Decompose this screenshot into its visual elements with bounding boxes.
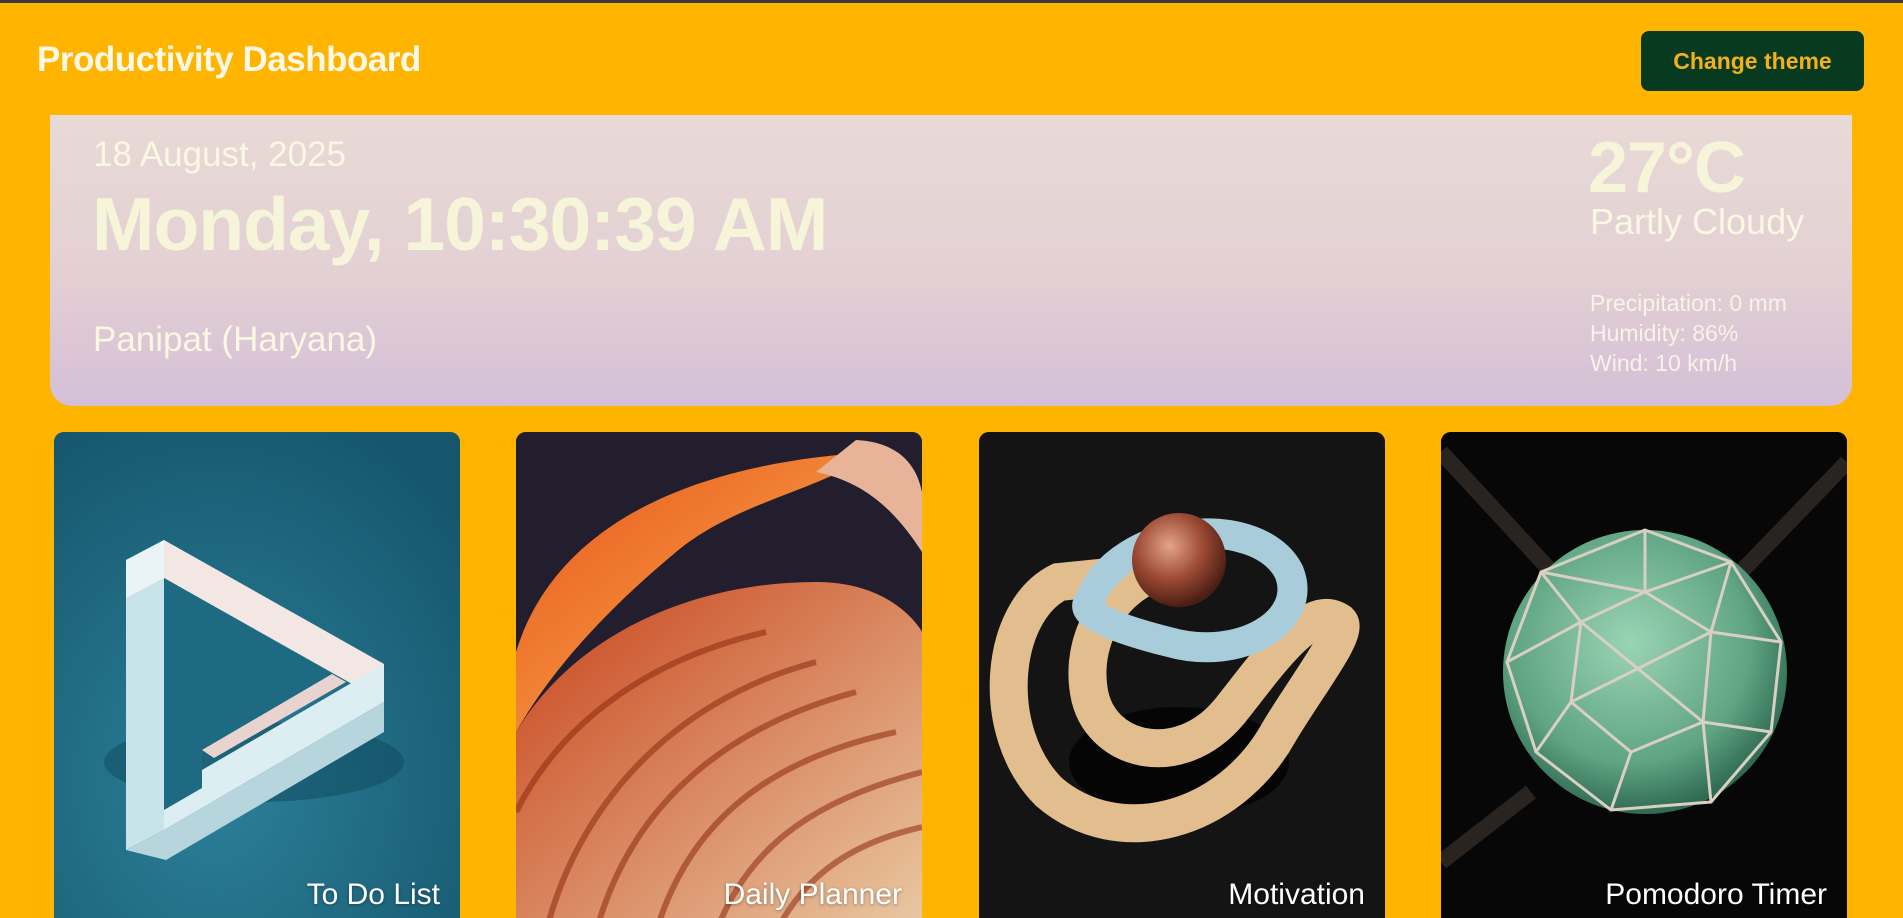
hero-panel: 18 August, 2025 Monday, 10:30:39 AM Pani… xyxy=(50,115,1852,406)
card-label: Pomodoro Timer xyxy=(1605,878,1827,911)
current-date: 18 August, 2025 xyxy=(93,135,346,174)
weather-temperature: 27°C xyxy=(1588,128,1746,208)
weather-condition: Partly Cloudy xyxy=(1590,201,1805,242)
weather-details: Precipitation: 0 mm Humidity: 86% Wind: … xyxy=(1590,288,1787,378)
card-pomodoro-timer[interactable]: Pomodoro Timer xyxy=(1441,432,1847,918)
change-theme-button[interactable]: Change theme xyxy=(1641,31,1864,91)
card-label: Motivation xyxy=(1228,878,1365,911)
weather-humidity: Humidity: 86% xyxy=(1590,320,1739,346)
weather-wind: Wind: 10 km/h xyxy=(1590,350,1737,376)
page-title: Productivity Dashboard xyxy=(37,40,421,79)
card-label: To Do List xyxy=(306,878,440,911)
current-time: Monday, 10:30:39 AM xyxy=(92,182,828,266)
penrose-triangle-image xyxy=(54,432,460,918)
card-todo-list[interactable]: To Do List xyxy=(54,432,460,918)
abstract-knot-sphere-image xyxy=(979,432,1385,918)
dashboard-page: Productivity Dashboard Change theme 18 A… xyxy=(0,0,1903,918)
weather-precipitation: Precipitation: 0 mm xyxy=(1590,290,1787,316)
card-daily-planner[interactable]: Daily Planner xyxy=(516,432,922,918)
current-location: Panipat (Haryana) xyxy=(93,320,378,359)
card-motivation[interactable]: Motivation xyxy=(979,432,1385,918)
card-label: Daily Planner xyxy=(723,878,902,911)
geodesic-sphere-image xyxy=(1441,432,1847,918)
orange-swirl-image xyxy=(516,432,922,918)
